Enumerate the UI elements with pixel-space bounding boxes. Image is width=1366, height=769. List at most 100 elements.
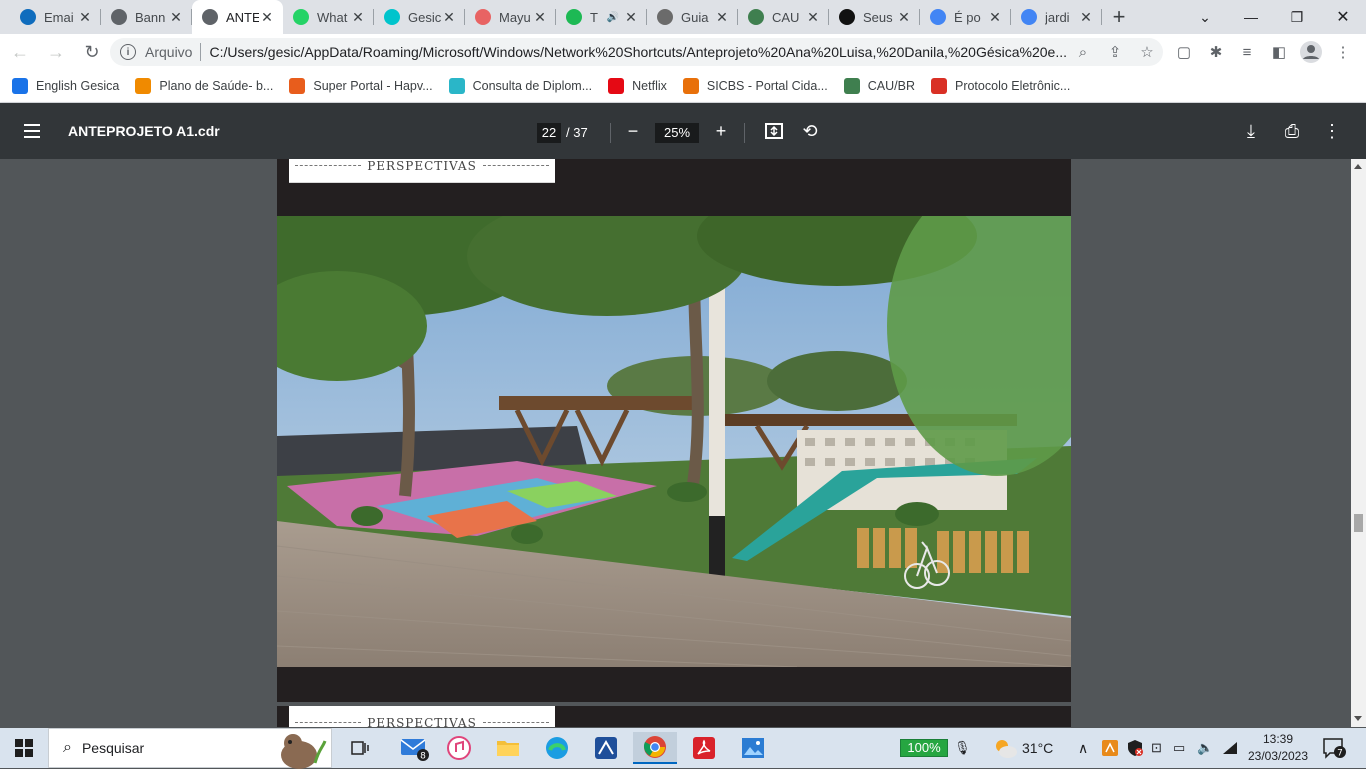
tray-app-orange-icon[interactable] xyxy=(1102,728,1118,768)
google-icon xyxy=(930,9,946,25)
tab-search-icon[interactable]: ⌄ xyxy=(1182,0,1228,34)
side-panel-icon[interactable]: ◧ xyxy=(1265,38,1293,66)
tab-9[interactable]: Seus ✕ xyxy=(829,0,920,34)
close-tab-icon[interactable]: ✕ xyxy=(532,9,548,26)
bookmark-0[interactable]: English Gesica xyxy=(12,78,119,94)
bookmark-6[interactable]: CAU/BR xyxy=(843,78,915,94)
extensions-puzzle-icon[interactable]: ✱ xyxy=(1202,38,1230,66)
tab-3[interactable]: What ✕ xyxy=(283,0,374,34)
extension-box-icon[interactable]: ▢ xyxy=(1170,38,1198,66)
forward-button[interactable]: → xyxy=(40,36,72,68)
back-button[interactable]: ← xyxy=(4,36,36,68)
system-clock[interactable]: 13:39 23/03/2023 xyxy=(1244,731,1312,765)
file-explorer-icon[interactable] xyxy=(486,732,530,764)
hamburger-menu-icon[interactable] xyxy=(22,121,46,141)
task-view-icon[interactable] xyxy=(338,732,382,764)
photos-app-icon[interactable] xyxy=(731,732,775,764)
volume-icon[interactable]: 🔈 xyxy=(1197,728,1213,768)
site-info-icon[interactable]: i xyxy=(120,44,136,60)
camera-icon[interactable]: ⊡ xyxy=(1151,728,1162,768)
tab-7[interactable]: Guia ✕ xyxy=(647,0,738,34)
bookmark-7[interactable]: Protocolo Eletrônic... xyxy=(930,78,1071,94)
tab-5[interactable]: Mayu ✕ xyxy=(465,0,556,34)
close-tab-icon[interactable]: ✕ xyxy=(441,9,457,26)
weather-temperature: 31°C xyxy=(1022,740,1054,756)
close-tab-icon[interactable]: ✕ xyxy=(987,9,1003,26)
battery-icon[interactable]: ▭ xyxy=(1173,728,1185,768)
weather-widget[interactable]: 31°C xyxy=(992,728,1053,768)
close-tab-icon[interactable]: ✕ xyxy=(714,9,730,26)
tab-8[interactable]: CAU ✕ xyxy=(738,0,829,34)
zoom-level-input[interactable]: 25% xyxy=(655,123,699,143)
minimize-button[interactable]: — xyxy=(1228,0,1274,34)
rotate-icon[interactable]: ⟲ xyxy=(798,119,822,143)
tab-11[interactable]: jardi ✕ xyxy=(1011,0,1102,34)
battery-status[interactable]: 100% xyxy=(900,739,948,757)
search-placeholder: Pesquisar xyxy=(81,740,145,756)
new-tab-button[interactable]: + xyxy=(1102,0,1136,34)
bookmark-2[interactable]: Super Portal - Hapv... xyxy=(289,78,433,94)
close-tab-icon[interactable]: ✕ xyxy=(77,9,93,26)
tab-2[interactable]: ANTE ✕ xyxy=(192,0,283,34)
address-url[interactable]: C:/Users/gesic/AppData/Roaming/Microsoft… xyxy=(209,44,1067,60)
reload-button[interactable]: ↻ xyxy=(76,36,108,68)
close-tab-icon[interactable]: ✕ xyxy=(896,9,912,26)
tab-6[interactable]: T 🔊 ✕ xyxy=(556,0,647,34)
more-options-icon[interactable]: ⋮ xyxy=(1320,119,1344,143)
audio-playing-icon[interactable]: 🔊 xyxy=(607,12,619,23)
notification-center[interactable]: 7 xyxy=(1322,728,1346,768)
sicbs-icon xyxy=(682,78,699,94)
tab-10[interactable]: É po ✕ xyxy=(920,0,1011,34)
scrollbar-thumb[interactable] xyxy=(1354,514,1363,532)
download-icon[interactable]: ⤓ xyxy=(1239,119,1263,143)
print-icon[interactable]: ⎙ xyxy=(1280,119,1304,143)
acrobat-reader-icon[interactable] xyxy=(682,732,726,764)
tab-title: CAU xyxy=(772,9,800,25)
close-window-button[interactable]: ✕ xyxy=(1320,0,1366,34)
show-hidden-icons-icon[interactable]: ∧ xyxy=(1078,728,1088,768)
close-tab-icon[interactable]: ✕ xyxy=(350,9,366,26)
share-icon[interactable]: ⇪ xyxy=(1099,43,1131,61)
tab-0[interactable]: Emai ✕ xyxy=(10,0,101,34)
tab-1[interactable]: Bann ✕ xyxy=(101,0,192,34)
address-bar[interactable]: i Arquivo C:/Users/gesic/AppData/Roaming… xyxy=(110,38,1163,66)
itunes-icon[interactable] xyxy=(437,732,481,764)
bookmark-3[interactable]: Consulta de Diplom... xyxy=(448,78,592,94)
perspective-render-image xyxy=(277,216,1071,667)
media-control-icon[interactable]: ≡ xyxy=(1233,38,1261,66)
security-shield-icon[interactable] xyxy=(1126,728,1144,768)
close-tab-icon[interactable]: ✕ xyxy=(1078,9,1094,26)
close-tab-icon[interactable]: ✕ xyxy=(259,9,275,26)
zoom-in-icon[interactable]: + xyxy=(709,119,733,143)
tab-4[interactable]: Gesic ✕ xyxy=(374,0,465,34)
fit-page-icon[interactable] xyxy=(762,119,786,143)
restore-button[interactable]: ❐ xyxy=(1274,0,1320,34)
pdf-viewer[interactable]: PERSPECTIVAS PERSPECTIVAS xyxy=(0,159,1366,727)
wifi-icon[interactable] xyxy=(1222,728,1238,768)
chrome-browser-icon[interactable] xyxy=(633,732,677,764)
profile-avatar-icon[interactable] xyxy=(1297,38,1325,66)
zoom-icon[interactable]: ⌕ xyxy=(1067,44,1099,61)
close-tab-icon[interactable]: ✕ xyxy=(805,9,821,26)
scroll-down-icon[interactable] xyxy=(1354,716,1362,721)
bookmark-4[interactable]: Netflix xyxy=(608,78,667,94)
section-tag: PERSPECTIVAS xyxy=(289,159,555,183)
bookmark-star-icon[interactable]: ☆ xyxy=(1131,43,1163,61)
sketchbook-app-icon[interactable] xyxy=(584,732,628,764)
bookmark-5[interactable]: SICBS - Portal Cida... xyxy=(682,78,828,94)
close-tab-icon[interactable]: ✕ xyxy=(168,9,184,26)
microphone-icon[interactable]: 🎙 xyxy=(954,728,971,768)
toolbar-divider xyxy=(610,123,611,143)
close-tab-icon[interactable]: ✕ xyxy=(623,9,639,26)
taskbar-search[interactable]: ⌕ Pesquisar xyxy=(48,728,332,769)
scroll-up-icon[interactable] xyxy=(1354,164,1362,169)
page-number-input[interactable]: 22 xyxy=(537,123,561,143)
edge-browser-icon[interactable] xyxy=(535,732,579,764)
mail-app-icon[interactable]: 8 xyxy=(392,732,436,764)
vertical-scrollbar[interactable] xyxy=(1351,159,1366,727)
bookmark-label: Protocolo Eletrônic... xyxy=(954,79,1071,93)
chrome-menu-icon[interactable]: ⋮ xyxy=(1329,38,1357,66)
zoom-out-icon[interactable]: − xyxy=(621,119,645,143)
start-button[interactable] xyxy=(0,728,48,768)
bookmark-1[interactable]: Plano de Saúde- b... xyxy=(135,78,273,94)
